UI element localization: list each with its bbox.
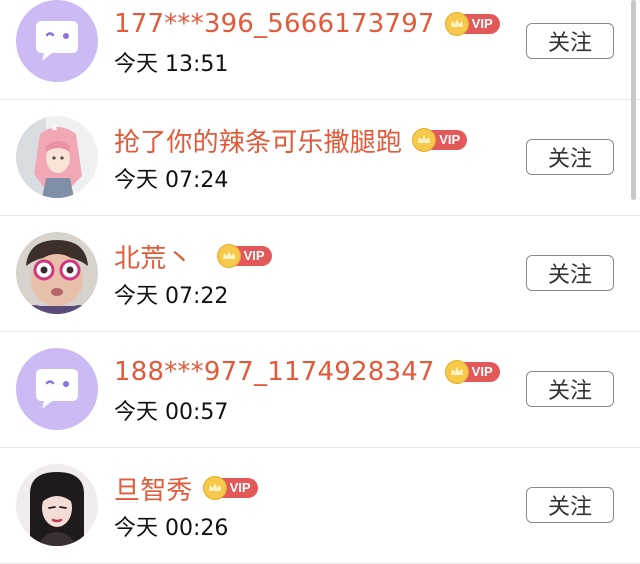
list-item[interactable]: 抢了你的辣条可乐撒腿跑 VIP 今天 07:24 关注 xyxy=(0,100,640,216)
user-name[interactable]: 188***977_1174928347 xyxy=(114,357,435,387)
crown-icon xyxy=(444,12,469,36)
child-photo-icon xyxy=(16,232,98,314)
crown-icon xyxy=(444,360,469,384)
portrait-photo-icon xyxy=(16,464,98,546)
scrollbar[interactable] xyxy=(631,0,636,200)
vip-badge: VIP xyxy=(412,128,468,152)
vip-badge: VIP xyxy=(202,476,258,500)
vip-badge: VIP xyxy=(216,244,272,268)
crown-icon xyxy=(202,476,227,500)
chat-bubble-icon xyxy=(16,348,98,430)
name-line: 抢了你的辣条可乐撒腿跑 VIP xyxy=(114,122,468,159)
avatar[interactable] xyxy=(16,348,98,430)
user-name[interactable]: 北荒丶 xyxy=(114,238,193,275)
avatar[interactable] xyxy=(16,0,98,82)
timestamp: 今天 07:24 xyxy=(114,168,229,193)
follow-button[interactable]: 关注 xyxy=(526,371,614,407)
vip-badge: VIP xyxy=(444,360,500,384)
follower-list: 177***396_5666173797 VIP 今天 13:51 关注 抢了你… xyxy=(0,0,640,564)
name-line: 旦智秀 VIP xyxy=(114,470,258,507)
user-name[interactable]: 177***396_5666173797 xyxy=(114,9,435,39)
chat-bubble-icon xyxy=(16,0,98,82)
anime-girl-icon xyxy=(16,116,98,198)
user-name[interactable]: 抢了你的辣条可乐撒腿跑 xyxy=(114,122,402,159)
follow-button[interactable]: 关注 xyxy=(526,23,614,59)
crown-icon xyxy=(216,244,241,268)
follow-button[interactable]: 关注 xyxy=(526,139,614,175)
avatar[interactable] xyxy=(16,232,98,314)
timestamp: 今天 00:26 xyxy=(114,516,229,541)
list-item[interactable]: 旦智秀 VIP 今天 00:26 关注 xyxy=(0,448,640,564)
name-line: 北荒丶 VIP xyxy=(114,238,272,275)
follow-button[interactable]: 关注 xyxy=(526,487,614,523)
vip-badge: VIP xyxy=(444,12,500,36)
list-item[interactable]: 北荒丶 VIP 今天 07:22 关注 xyxy=(0,216,640,332)
list-item[interactable]: 177***396_5666173797 VIP 今天 13:51 关注 xyxy=(0,0,640,100)
crown-icon xyxy=(412,128,437,152)
timestamp: 今天 13:51 xyxy=(114,52,229,77)
list-item[interactable]: 188***977_1174928347 VIP 今天 00:57 关注 xyxy=(0,332,640,448)
follow-button[interactable]: 关注 xyxy=(526,255,614,291)
timestamp: 今天 00:57 xyxy=(114,400,229,425)
avatar[interactable] xyxy=(16,116,98,198)
user-name[interactable]: 旦智秀 xyxy=(114,470,193,507)
name-line: 177***396_5666173797 VIP xyxy=(114,7,500,41)
timestamp: 今天 07:22 xyxy=(114,284,229,309)
avatar[interactable] xyxy=(16,464,98,546)
name-line: 188***977_1174928347 VIP xyxy=(114,355,500,389)
